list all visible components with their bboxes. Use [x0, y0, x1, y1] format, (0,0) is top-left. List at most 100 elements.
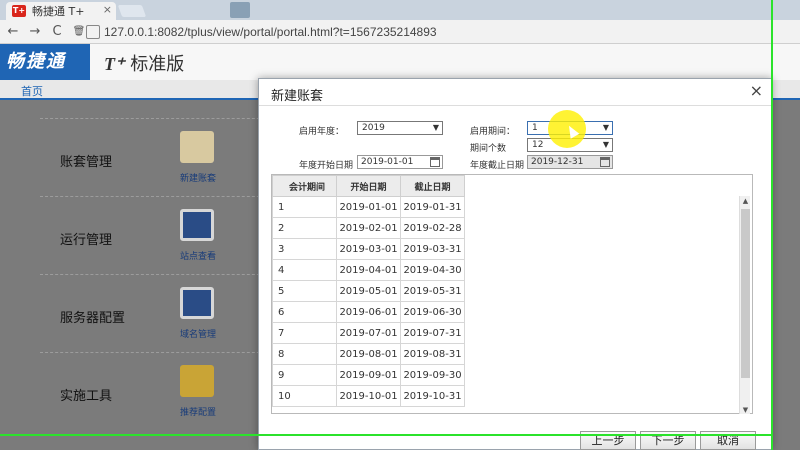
end-date-cell[interactable]: 2019-06-30 — [400, 301, 465, 323]
enable-year-select[interactable]: 2019 ▼ — [357, 121, 443, 135]
tab-close-icon[interactable]: × — [103, 3, 112, 16]
section-title: 实施工具 — [60, 389, 113, 404]
scrollbar-thumb[interactable] — [741, 209, 750, 378]
desktop-window-icon — [230, 2, 250, 18]
enable-period-label: 启用期间： — [470, 127, 516, 137]
browser-tab[interactable]: T+ 畅捷通 T+ × — [6, 2, 116, 20]
reload-icon[interactable]: C — [48, 24, 66, 39]
column-header-period[interactable]: 会计期间 — [272, 175, 337, 197]
browser-tab-bar: T+ 畅捷通 T+ × — [0, 0, 800, 20]
table-row[interactable]: 4 2019-04-01 2019-04-30 — [272, 259, 465, 281]
period-cell[interactable]: 3 — [272, 238, 337, 260]
start-date-cell[interactable]: 2019-04-01 — [336, 259, 401, 281]
year-start-label: 年度开始日期 — [299, 161, 354, 171]
product-title: T⁺ 标准版 — [104, 50, 184, 76]
table-row[interactable]: 3 2019-03-01 2019-03-31 — [272, 238, 465, 260]
table-row[interactable]: 10 2019-10-01 2019-10-31 — [272, 385, 465, 407]
table-header-row: 会计期间 开始日期 截止日期 — [272, 175, 465, 197]
site-view-link[interactable]: 站点查看 — [180, 249, 216, 262]
period-count-value: 12 — [532, 140, 544, 150]
calendar-icon — [600, 157, 610, 167]
end-date-cell[interactable]: 2019-01-31 — [400, 196, 465, 218]
table-row[interactable]: 9 2019-09-01 2019-09-30 — [272, 364, 465, 386]
period-grid: 会计期间 开始日期 截止日期 1 2019-01-01 2019-01-31 2 201… — [271, 174, 753, 414]
recording-frame-horizontal — [0, 434, 773, 436]
column-header-start[interactable]: 开始日期 — [336, 175, 401, 197]
start-date-cell[interactable]: 2019-02-01 — [336, 217, 401, 239]
end-date-cell[interactable]: 2019-02-28 — [400, 217, 465, 239]
section-account-management: 账套管理 新建账套 — [40, 118, 270, 196]
address-bar[interactable]: 127.0.0.1:8082/tplus/view/portal/portal.… — [86, 22, 786, 42]
table-row[interactable]: 1 2019-01-01 2019-01-31 — [272, 196, 465, 218]
recommended-config-link[interactable]: 推荐配置 — [180, 405, 216, 418]
period-table: 会计期间 开始日期 截止日期 1 2019-01-01 2019-01-31 2 201… — [272, 175, 465, 407]
start-date-cell[interactable]: 2019-03-01 — [336, 238, 401, 260]
period-cell[interactable]: 2 — [272, 217, 337, 239]
url-text: 127.0.0.1:8082/tplus/view/portal/portal.… — [104, 25, 437, 39]
table-row[interactable]: 7 2019-07-01 2019-07-31 — [272, 322, 465, 344]
monitor-icon[interactable] — [180, 287, 214, 319]
browser-tab-title: 畅捷通 T+ — [32, 5, 85, 18]
new-account-link[interactable]: 新建账套 — [180, 171, 216, 184]
enable-year-value: 2019 — [362, 123, 385, 133]
scroll-up-icon[interactable]: ▲ — [740, 197, 751, 205]
brand-logo: 畅捷通 — [0, 44, 90, 80]
section-title: 账套管理 — [60, 155, 113, 170]
back-arrow-icon[interactable]: ← — [4, 24, 22, 39]
start-date-cell[interactable]: 2019-01-01 — [336, 196, 401, 218]
year-start-date-input[interactable]: 2019-01-01 — [357, 155, 443, 169]
new-tab-button[interactable] — [117, 5, 147, 17]
product-prefix: T⁺ — [104, 54, 125, 74]
start-date-cell[interactable]: 2019-09-01 — [336, 364, 401, 386]
table-row[interactable]: 5 2019-05-01 2019-05-31 — [272, 280, 465, 302]
close-icon[interactable]: × — [750, 81, 763, 100]
period-cell[interactable]: 7 — [272, 322, 337, 344]
grid-scrollbar[interactable]: ▲ ▼ — [739, 196, 750, 414]
end-date-cell[interactable]: 2019-09-30 — [400, 364, 465, 386]
dialog-title: 新建账套 — [271, 89, 324, 104]
period-cell[interactable]: 6 — [272, 301, 337, 323]
table-row[interactable]: 6 2019-06-01 2019-06-30 — [272, 301, 465, 323]
end-date-cell[interactable]: 2019-07-31 — [400, 322, 465, 344]
start-date-cell[interactable]: 2019-05-01 — [336, 280, 401, 302]
table-row[interactable]: 8 2019-08-01 2019-08-31 — [272, 343, 465, 365]
start-date-cell[interactable]: 2019-06-01 — [336, 301, 401, 323]
period-cell[interactable]: 5 — [272, 280, 337, 302]
year-end-label: 年度截止日期 — [470, 161, 525, 171]
scroll-down-icon[interactable]: ▼ — [740, 406, 751, 414]
dropdown-caret-icon: ▼ — [602, 123, 609, 132]
year-end-date-input: 2019-12-31 — [527, 155, 613, 169]
period-cell[interactable]: 1 — [272, 196, 337, 218]
start-date-cell[interactable]: 2019-07-01 — [336, 322, 401, 344]
section-server-config: 服务器配置 域名管理 — [40, 274, 270, 352]
year-start-value: 2019-01-01 — [361, 157, 414, 167]
end-date-cell[interactable]: 2019-05-31 — [400, 280, 465, 302]
start-date-cell[interactable]: 2019-08-01 — [336, 343, 401, 365]
period-cell[interactable]: 10 — [272, 385, 337, 407]
period-cell[interactable]: 4 — [272, 259, 337, 281]
monitor-icon[interactable] — [180, 209, 214, 241]
end-date-cell[interactable]: 2019-04-30 — [400, 259, 465, 281]
period-cell[interactable]: 8 — [272, 343, 337, 365]
app-header: 畅捷通 T⁺ 标准版 — [0, 44, 800, 80]
product-name: 标准版 — [130, 54, 185, 75]
column-header-end[interactable]: 截止日期 — [400, 175, 465, 197]
recording-frame-vertical — [771, 0, 773, 450]
table-row[interactable]: 2 2019-02-01 2019-02-28 — [272, 217, 465, 239]
forward-arrow-icon[interactable]: → — [26, 24, 44, 39]
tab-home[interactable]: 首页 — [12, 83, 52, 100]
end-date-cell[interactable]: 2019-08-31 — [400, 343, 465, 365]
dropdown-caret-icon: ▼ — [602, 140, 609, 149]
section-implementation-tools: 实施工具 推荐配置 — [40, 352, 270, 430]
start-date-cell[interactable]: 2019-10-01 — [336, 385, 401, 407]
calendar-icon[interactable] — [430, 157, 440, 167]
gear-doc-icon[interactable] — [180, 365, 214, 397]
account-book-icon[interactable] — [180, 131, 214, 163]
year-end-value: 2019-12-31 — [531, 157, 584, 167]
domain-management-link[interactable]: 域名管理 — [180, 327, 216, 340]
page-icon — [86, 25, 100, 39]
end-date-cell[interactable]: 2019-03-31 — [400, 238, 465, 260]
end-date-cell[interactable]: 2019-10-31 — [400, 385, 465, 407]
section-run-management: 运行管理 站点查看 — [40, 196, 270, 274]
period-cell[interactable]: 9 — [272, 364, 337, 386]
